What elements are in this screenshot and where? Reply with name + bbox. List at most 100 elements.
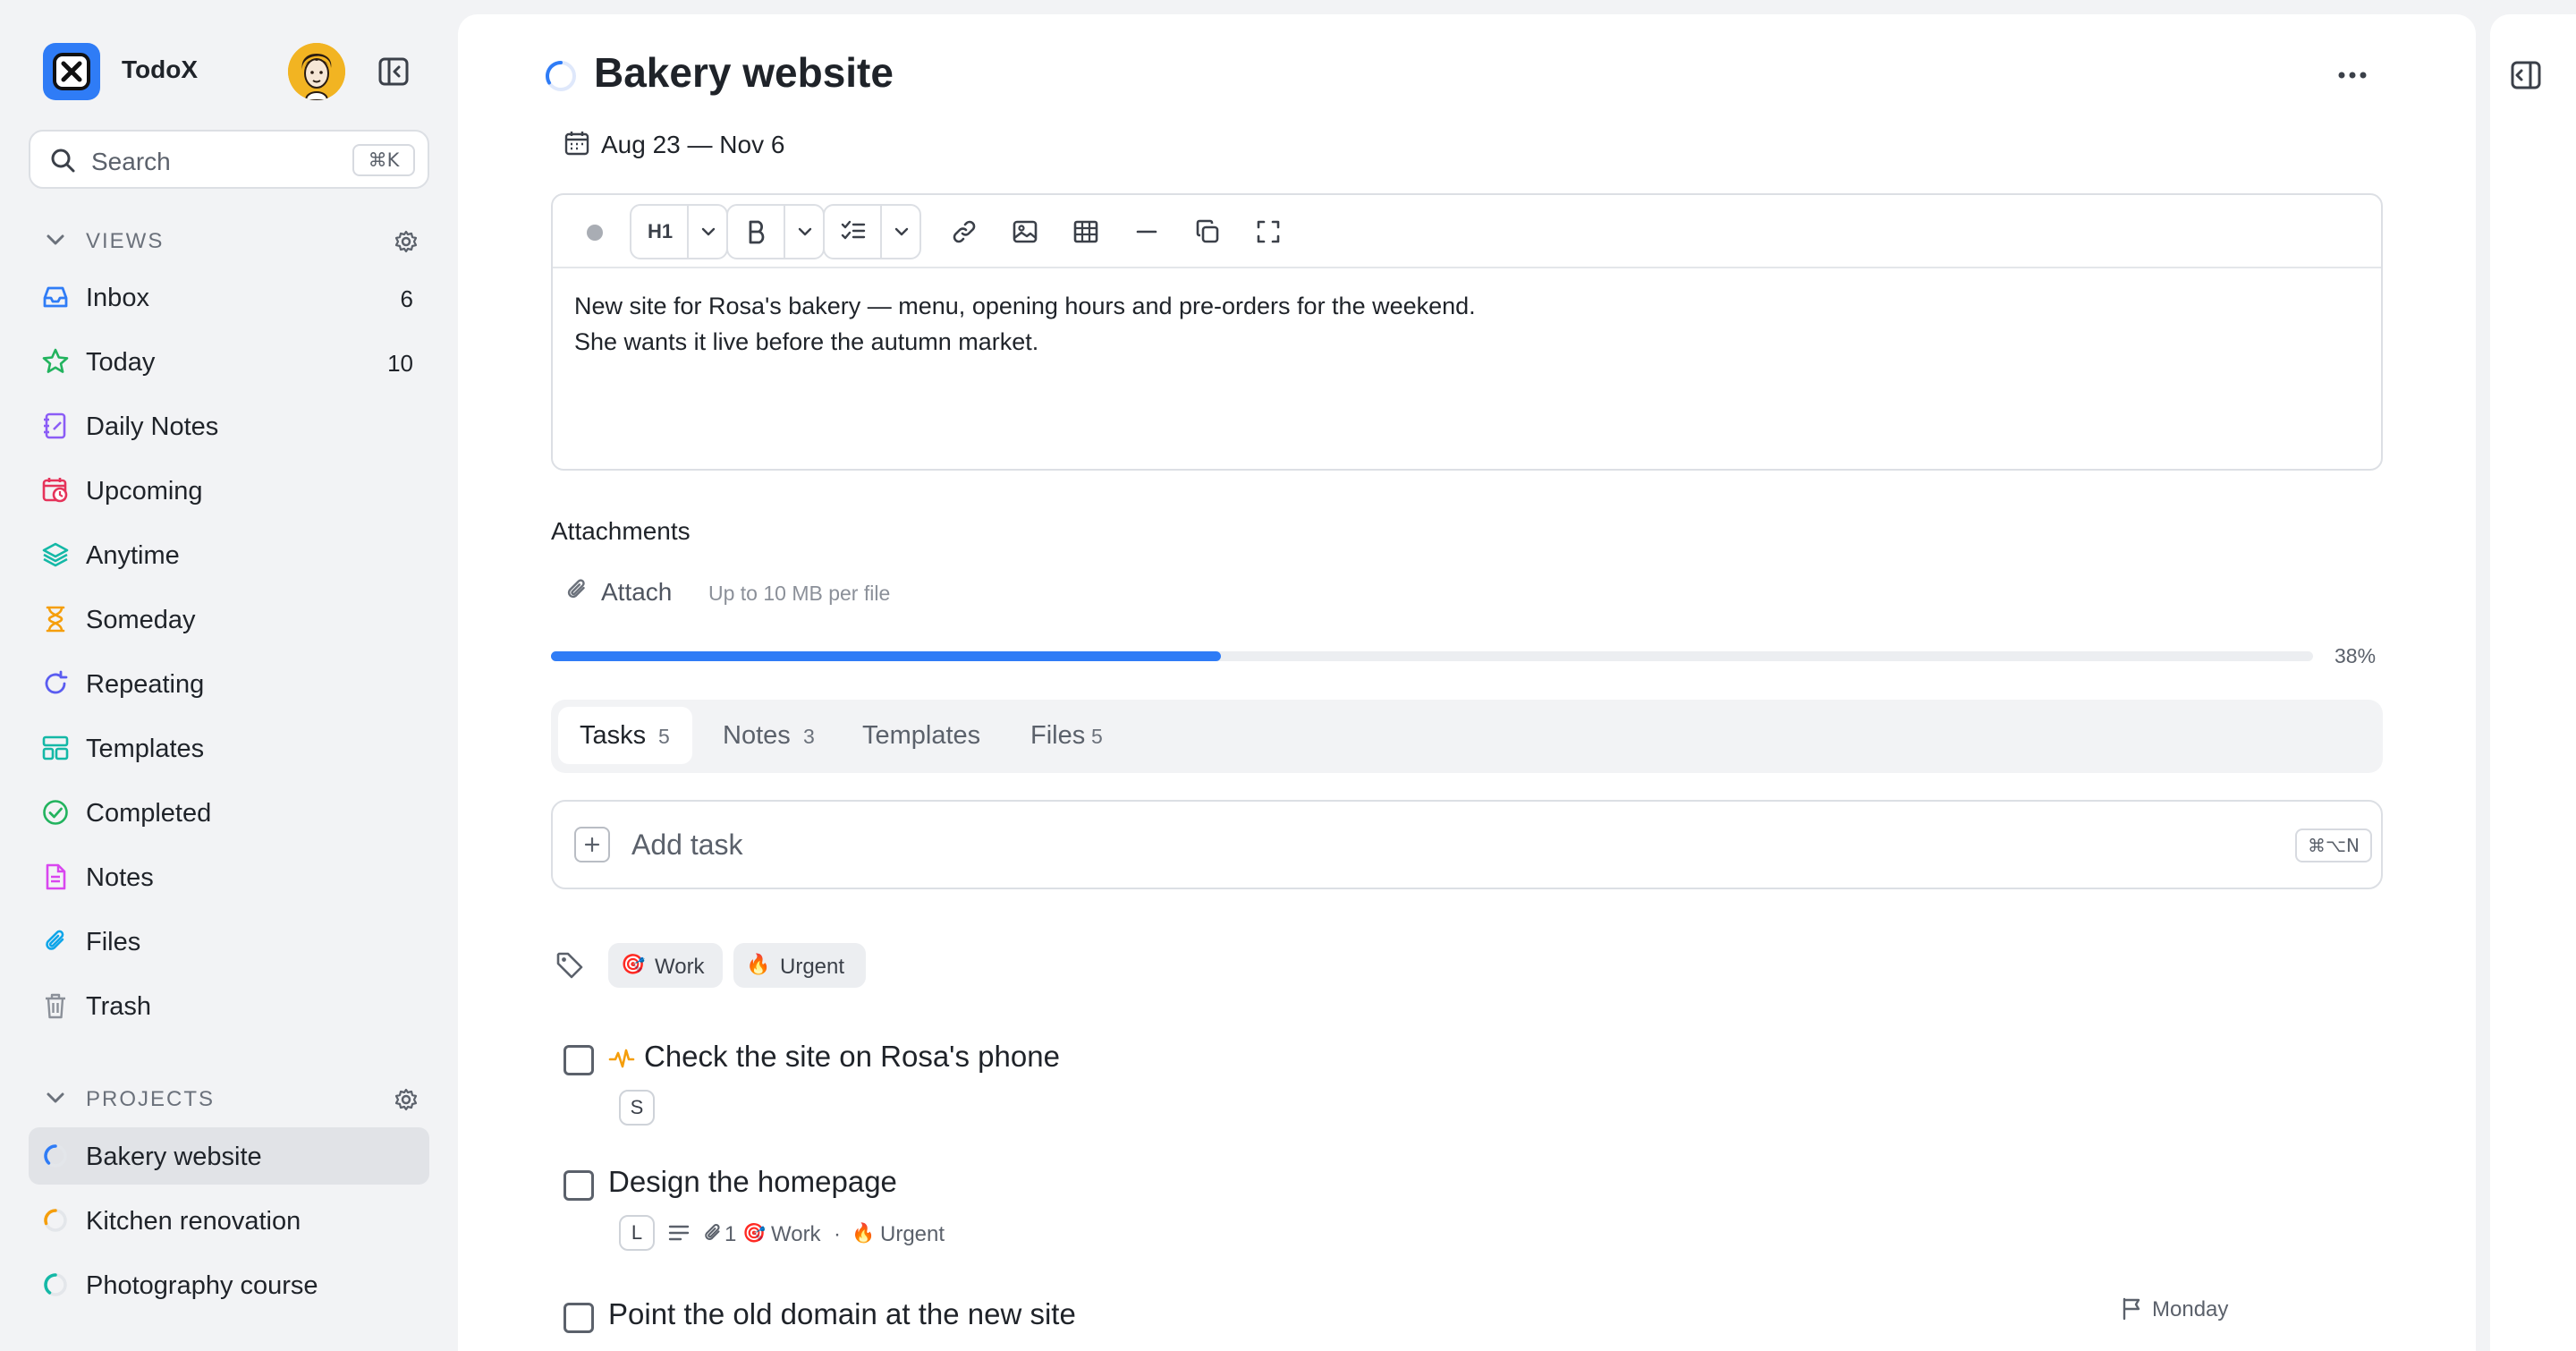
brand: TodoX [43, 43, 415, 100]
task-checkbox[interactable] [564, 1045, 594, 1075]
sidebar-item-label: Inbox [86, 284, 149, 312]
task-row[interactable]: Point the old domain at the new site [551, 1292, 2383, 1351]
sidebar-item-repeating[interactable]: Repeating [29, 655, 429, 712]
sidebar-item-label: Files [86, 928, 141, 956]
collapse-sidebar-icon[interactable] [376, 54, 411, 89]
page-title[interactable]: Bakery website [594, 48, 894, 97]
heading-dropdown[interactable]: H1 [630, 204, 728, 259]
flag-icon [2120, 1296, 2145, 1321]
sidebar-project-bakery-website[interactable]: Bakery website [29, 1127, 429, 1185]
task-title[interactable]: Design the homepage [608, 1165, 897, 1199]
projects-heading: PROJECTS [86, 1087, 216, 1111]
avatar[interactable] [288, 43, 345, 100]
check-circle-icon [41, 798, 70, 827]
expand-panel-icon[interactable] [2510, 59, 2542, 91]
status-dot-icon[interactable] [587, 225, 603, 241]
sidebar-item-label: Upcoming [86, 477, 203, 506]
description-editor[interactable]: H1 New site for Rosa's bakery — menu, op… [551, 193, 2383, 471]
tag-chip-urgent[interactable]: 🔥 Urgent [733, 943, 866, 988]
progress-ring-icon [41, 1142, 70, 1170]
description-text[interactable]: New site for Rosa's bakery — menu, openi… [574, 288, 1476, 360]
sidebar-item-label: Anytime [86, 541, 180, 570]
task-row[interactable]: Check the site on Rosa's phone S [551, 1034, 2383, 1142]
chevron-down-icon[interactable] [882, 212, 921, 251]
search-input[interactable]: Search ⌘K [29, 130, 429, 189]
bold-dropdown[interactable] [726, 204, 825, 259]
layers-icon [41, 540, 70, 569]
sidebar-project-photography-course[interactable]: Photography course [29, 1256, 429, 1313]
task-checkbox[interactable] [564, 1170, 594, 1201]
attachments-heading: Attachments [551, 517, 691, 545]
sidebar-item-notes[interactable]: Notes [29, 848, 429, 905]
sidebar-item-someday[interactable]: Someday [29, 591, 429, 648]
task-title[interactable]: Check the site on Rosa's phone [644, 1040, 1060, 1074]
divider-icon[interactable] [1127, 212, 1166, 251]
tag-icon[interactable] [555, 950, 585, 981]
fullscreen-icon[interactable] [1249, 212, 1288, 251]
sidebar-item-daily-notes[interactable]: Daily Notes [29, 397, 429, 455]
heading-button[interactable]: H1 [640, 212, 680, 251]
size-badge[interactable]: L [619, 1215, 655, 1251]
fire-icon: 🔥 [852, 1222, 876, 1244]
gear-icon[interactable] [394, 1087, 419, 1112]
copy-icon[interactable] [1188, 212, 1227, 251]
more-options-icon[interactable] [2331, 64, 2374, 86]
project-detail-panel: Bakery website Aug 23 — Nov 6 H1 New sit… [458, 14, 2476, 1351]
image-icon[interactable] [1005, 212, 1045, 251]
size-badge[interactable]: S [619, 1090, 655, 1126]
hourglass-icon [41, 605, 70, 633]
sidebar-item-label: Notes [86, 863, 154, 892]
sidebar-item-label: Someday [86, 606, 196, 634]
progress-ring-icon [41, 1270, 70, 1299]
sidebar-item-upcoming[interactable]: Upcoming [29, 462, 429, 519]
tab-templates[interactable]: Templates [848, 707, 1005, 764]
sidebar-item-label: Today [86, 348, 156, 377]
progress-percentage: 38% [2334, 644, 2377, 667]
gear-icon[interactable] [394, 229, 419, 254]
task-row[interactable]: Design the homepage L 1 🎯 Work · 🔥 Urgen… [551, 1160, 2383, 1267]
chevron-down-icon[interactable] [785, 212, 825, 251]
tag-chip-work[interactable]: 🎯 Work [608, 943, 723, 988]
sidebar-item-templates[interactable]: Templates [29, 719, 429, 777]
task-tag[interactable]: Work [771, 1222, 821, 1247]
sidebar-item-inbox[interactable]: Inbox 6 [29, 268, 429, 326]
tab-notes[interactable]: Notes 3 [703, 707, 837, 764]
inspector-panel [2490, 14, 2576, 1351]
table-icon[interactable] [1066, 212, 1106, 251]
tab-count: 3 [803, 725, 815, 748]
task-tag[interactable]: Urgent [880, 1222, 945, 1247]
app-logo-icon[interactable] [43, 43, 100, 100]
task-title[interactable]: Point the old domain at the new site [608, 1297, 1076, 1331]
tab-tasks[interactable]: Tasks 5 [558, 707, 692, 764]
plus-icon[interactable] [574, 827, 610, 862]
checklist-dropdown[interactable] [823, 204, 921, 259]
add-task-shortcut: ⌘⌥N [2295, 828, 2372, 862]
tab-files[interactable]: Files 5 [1016, 707, 1141, 764]
sidebar-item-today[interactable]: Today 10 [29, 333, 429, 390]
attach-label: Attach [601, 578, 673, 606]
views-section-header[interactable]: VIEWS [43, 222, 429, 258]
chevron-down-icon[interactable] [45, 1089, 66, 1107]
bold-icon[interactable] [737, 212, 776, 251]
target-icon: 🎯 [621, 954, 646, 976]
sidebar-item-completed[interactable]: Completed [29, 784, 429, 841]
app-name: TodoX [122, 55, 199, 83]
chevron-down-icon[interactable] [689, 212, 728, 251]
checklist-icon[interactable] [834, 212, 873, 251]
note-icon [41, 862, 70, 891]
sidebar-item-anytime[interactable]: Anytime [29, 526, 429, 583]
sidebar-item-trash[interactable]: Trash [29, 977, 429, 1034]
projects-section-header[interactable]: PROJECTS [43, 1080, 429, 1116]
task-checkbox[interactable] [564, 1303, 594, 1333]
search-placeholder: Search [91, 148, 171, 175]
tag-label: Work [655, 955, 705, 979]
inbox-icon [41, 283, 70, 311]
add-task-input[interactable]: Add task ⌘⌥N [551, 800, 2383, 889]
sidebar-project-kitchen-renovation[interactable]: Kitchen renovation [29, 1192, 429, 1249]
tab-label: Templates [862, 721, 981, 750]
progress-bar [551, 651, 2313, 661]
sidebar-item-files[interactable]: Files [29, 913, 429, 970]
progress-ring-icon [544, 59, 578, 93]
link-icon[interactable] [945, 212, 984, 251]
chevron-down-icon[interactable] [45, 231, 66, 249]
